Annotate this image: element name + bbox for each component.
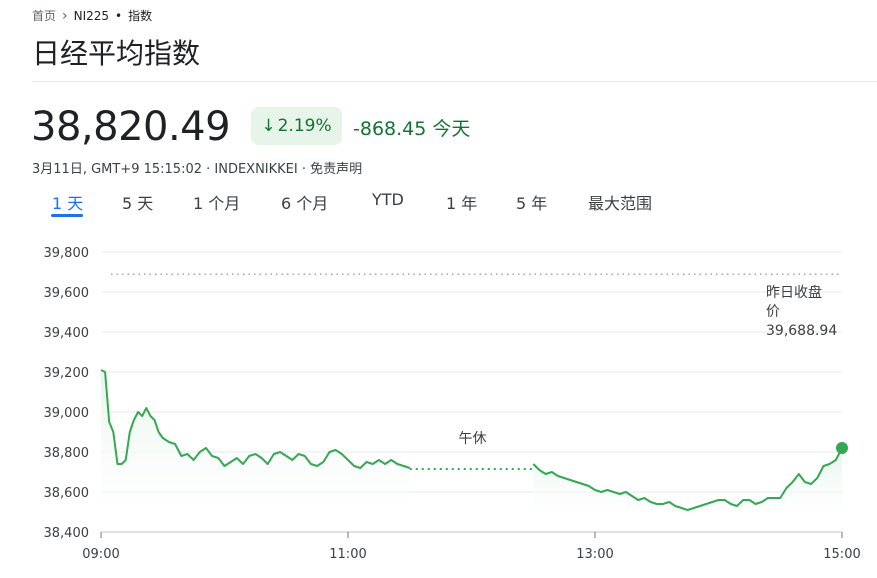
previous-close-label-cont: 价 [766, 304, 780, 320]
y-tick-label: 38,400 [44, 526, 90, 541]
x-tick-label: 15:00 [823, 547, 860, 562]
y-tick-label: 39,000 [44, 406, 90, 421]
previous-close-label: 昨日收盘 [766, 284, 822, 301]
lunch-break-label: 午休 [459, 431, 487, 447]
y-tick-label: 39,200 [44, 366, 90, 381]
x-tick-label: 09:00 [82, 547, 119, 562]
y-tick-label: 39,400 [44, 326, 90, 341]
y-tick-label: 38,800 [44, 446, 90, 461]
latest-point-marker [836, 442, 848, 454]
y-tick-label: 38,600 [44, 486, 90, 501]
price-chart: 39,800 39,600 39,400 39,200 39,000 38,800 38,6… [44, 246, 861, 562]
x-tick-label: 13:00 [576, 547, 613, 562]
y-tick-label: 39,800 [44, 246, 90, 261]
previous-close-value: 39,688.94 [766, 323, 837, 339]
y-tick-label: 39,600 [44, 286, 90, 301]
morning-series-area [101, 370, 410, 518]
x-tick-label: 11:00 [329, 547, 366, 562]
